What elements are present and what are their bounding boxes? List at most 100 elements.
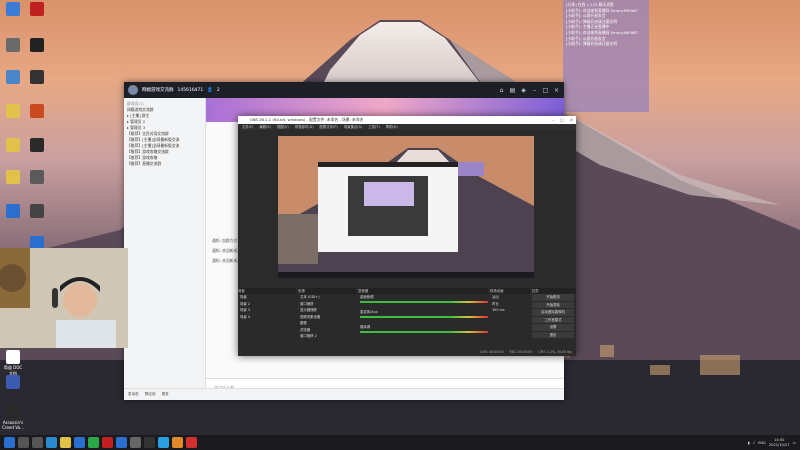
qq-group-id: 145616471 [177,87,204,93]
control-button[interactable]: 设置 [532,324,574,331]
obs-menu-item[interactable]: 停靠部件(D) [295,124,314,130]
control-button[interactable]: 工作室模式 [532,316,574,323]
qq-icon[interactable] [157,437,169,448]
red-app-icon[interactable] [101,437,113,448]
edge-icon[interactable] [45,437,57,448]
orange-app-icon[interactable] [171,437,183,448]
desktop-icon[interactable] [26,170,48,185]
desktop-icon[interactable] [2,170,24,185]
gray-app-icon[interactable] [129,437,141,448]
qq-bottom-bar: 发动态 群应用 更多 [124,388,564,400]
volume-meter [360,315,488,318]
clock[interactable]: 14:00 2021/10/27 [769,438,790,447]
home-icon[interactable]: ⌂ [498,87,505,94]
maximize-icon[interactable]: □ [542,87,549,94]
desktop-icon[interactable] [2,104,24,119]
scenes-list: 场景 场景 2 场景 3 场景 4 [240,294,296,320]
desktop-icon[interactable] [2,138,24,153]
mixer-channel: 麦克风/Aux [360,309,488,324]
desktop-icon-graphic [6,2,20,16]
preview-content [278,136,534,278]
desktop-icon[interactable] [2,70,24,85]
desktop-icon[interactable] [2,204,24,219]
taskbar: ▮ ♪ ENG 14:00 2021/10/27 ▭ [0,435,800,450]
desktop-icon[interactable] [26,2,48,17]
search-icon[interactable] [17,437,29,448]
windows-start-icon[interactable] [3,437,15,448]
member-list-item[interactable]: 【推荐】直播交流群 [127,161,202,167]
webcam-overlay [0,248,128,348]
desktop-icon-graphic [6,138,20,152]
desktop-icon[interactable] [2,2,24,17]
volume-meter [360,300,488,303]
qq-bottom-item[interactable]: 群应用 [145,392,156,397]
desktop-icon-graphic [6,204,20,218]
tray-language[interactable]: ENG [758,441,766,445]
control-button[interactable]: 启动虚拟摄像机 [532,309,574,316]
transition-item[interactable]: 300 ms [492,307,528,314]
desktop-icons: 简道 DOC 文档 Assassin's Creed Va... [0,0,54,435]
qq-group-title: 网瘾游戏交流群 [142,88,174,93]
minimize-icon[interactable]: – [531,87,538,94]
red2-app-icon[interactable] [185,437,197,448]
network-icon[interactable]: ▮ [748,441,750,445]
task-view-icon[interactable] [31,437,43,448]
desktop-icon[interactable] [26,104,48,119]
avatar[interactable] [128,85,138,95]
transition-panel: 淡出 时长 300 ms [492,294,528,314]
desktop-icon-graphic [6,405,20,419]
explorer-icon[interactable] [59,437,71,448]
mixer-list: 桌面音频 麦克风/Aux 媒体源 [360,294,488,339]
desktop-icon[interactable] [26,70,48,85]
volume-icon[interactable]: ♪ [753,441,755,445]
control-button[interactable]: 退出 [532,331,574,338]
blue-app-icon[interactable] [115,437,127,448]
close-icon[interactable]: × [553,87,560,94]
volume-meter [360,330,488,333]
obs-menu-item[interactable]: 场景集合(S) [344,124,362,130]
chat-line: [小助手]: 弹幕开启请注意文明 [566,41,618,47]
notification-icon[interactable]: ▭ [793,441,796,445]
desktop-icon[interactable] [26,204,48,219]
obs-icon[interactable] [143,437,155,448]
desktop-icon-graphic [6,104,20,118]
store-icon[interactable] [73,437,85,448]
obs-preview-canvas[interactable] [278,136,534,278]
desktop-icon[interactable] [2,38,24,53]
green-app-icon[interactable] [87,437,99,448]
desktop-icon-graphic [30,38,44,52]
chat-message: 通知: 欢迎新成员 [212,248,242,253]
desktop-icon-graphic [30,70,44,84]
desktop-icon-graphic [6,350,20,364]
desktop-icon[interactable] [2,375,24,390]
mixer-channel: 媒体源 [360,324,488,339]
system-tray: ▮ ♪ ENG 14:00 2021/10/27 ▭ [748,435,796,450]
obs-menu-item[interactable]: 文件(F) [242,124,253,130]
qq-bottom-item[interactable]: 发动态 [128,392,139,397]
folder-icon[interactable]: ▤ [509,87,516,94]
sources-list: 文本 (GDI+) 窗口捕获 显示器捕获 视频采集设备 图像 浏览器 窗口捕获 2 [300,294,356,340]
desktop-icon[interactable] [26,38,48,53]
chat-message: 通知: 欢迎新成员 [212,258,242,263]
qq-bottom-item[interactable]: 更多 [162,392,169,397]
game-icon[interactable]: ◈ [520,87,527,94]
minimize-icon[interactable]: – [552,116,554,124]
desktop-icon[interactable]: Assassin's Creed Va... [2,405,24,430]
desktop-icon-graphic [30,170,44,184]
obs-menu-item[interactable]: 帮助(H) [386,124,398,130]
desktop-icon-graphic [6,38,20,52]
desktop-icon[interactable] [26,138,48,153]
obs-menu-item[interactable]: 编辑(E) [259,124,271,130]
desktop-icon[interactable]: 简道 DOC 文档 [2,350,24,377]
obs-window: OBS 26.1.1 (64-bit, windows) - 配置文件: 未命名… [238,116,576,356]
close-icon[interactable]: × [570,116,573,124]
control-button[interactable]: 开始录制 [532,301,574,308]
source-item[interactable]: 窗口捕获 2 [300,333,356,340]
scene-item[interactable]: 场景 4 [240,314,296,321]
person-icon: 👤 [207,87,213,93]
obs-menu-item[interactable]: 工具(T) [368,124,380,130]
maximize-icon[interactable]: □ [560,116,564,124]
control-button[interactable]: 开始推流 [532,294,574,301]
obs-menu-item[interactable]: 配置文件(P) [320,124,338,130]
obs-menu-item[interactable]: 视图(V) [277,124,289,130]
